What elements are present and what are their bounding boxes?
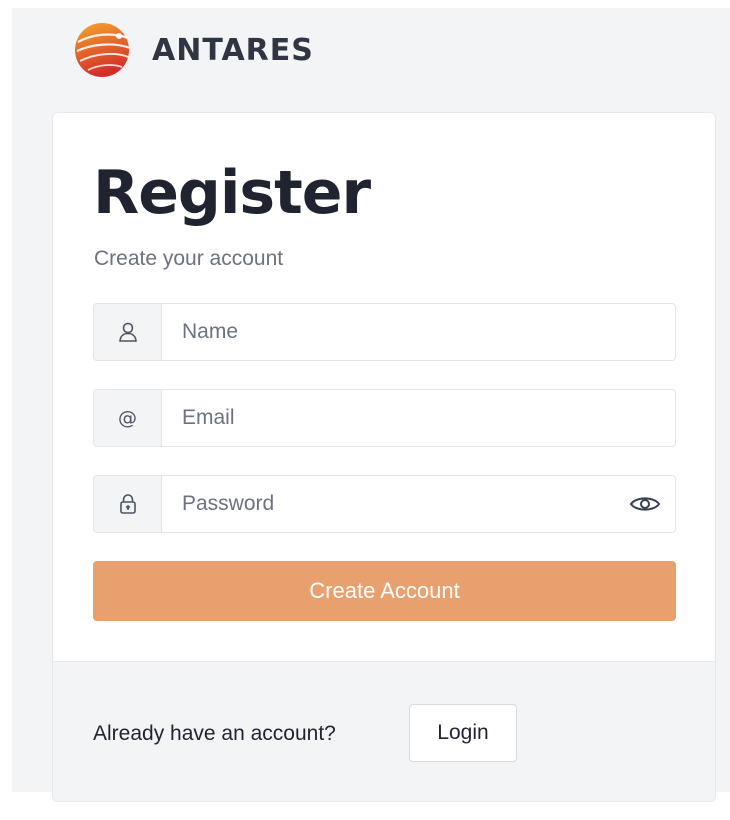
brand-name: ANTARES: [152, 32, 314, 68]
login-prompt: Already have an account?: [93, 722, 336, 745]
at-sign-glyph: @: [118, 407, 137, 429]
card-footer: Already have an account? Login: [53, 661, 715, 801]
antares-logo-icon: [75, 23, 130, 77]
login-button[interactable]: Login: [409, 704, 517, 762]
register-form: Register Create your account @: [53, 113, 715, 661]
eye-icon[interactable]: [615, 476, 675, 532]
at-sign-icon: @: [94, 390, 162, 446]
email-input[interactable]: [162, 390, 675, 446]
lock-icon: [94, 476, 162, 532]
password-input[interactable]: [162, 476, 615, 532]
password-input-group: [93, 475, 676, 533]
name-input-group: [93, 303, 676, 361]
register-card: Register Create your account @: [52, 112, 716, 802]
page-subtitle: Create your account: [94, 247, 284, 270]
user-icon: [94, 304, 162, 360]
name-input[interactable]: [162, 304, 675, 360]
create-account-button[interactable]: Create Account: [93, 561, 676, 621]
email-input-group: @: [93, 389, 676, 447]
brand-header: ANTARES: [74, 22, 314, 78]
page-title: Register: [93, 158, 371, 228]
